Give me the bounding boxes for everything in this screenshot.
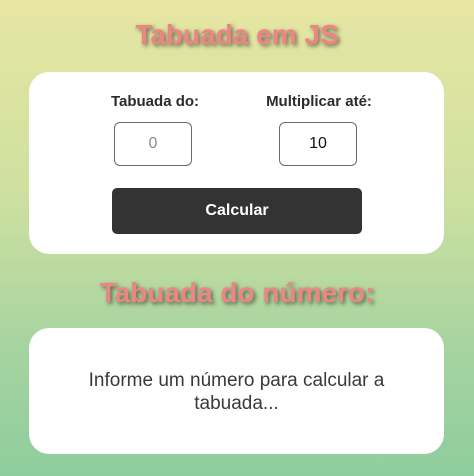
form-card: Tabuada do: Multiplicar até: Calcular <box>29 72 444 254</box>
calculate-button[interactable]: Calcular <box>112 188 362 234</box>
base-number-input[interactable] <box>114 122 192 166</box>
page-title: Tabuada em JS <box>135 19 339 50</box>
result-card: Informe um número para calcular a tabuad… <box>29 328 444 454</box>
multiply-limit-label: Multiplicar até: <box>266 93 372 110</box>
multiply-limit-input[interactable] <box>279 122 357 166</box>
result-title: Tabuada do número: <box>99 277 375 308</box>
result-message: Informe um número para calcular a tabuad… <box>88 370 385 414</box>
base-number-label: Tabuada do: <box>110 93 200 110</box>
